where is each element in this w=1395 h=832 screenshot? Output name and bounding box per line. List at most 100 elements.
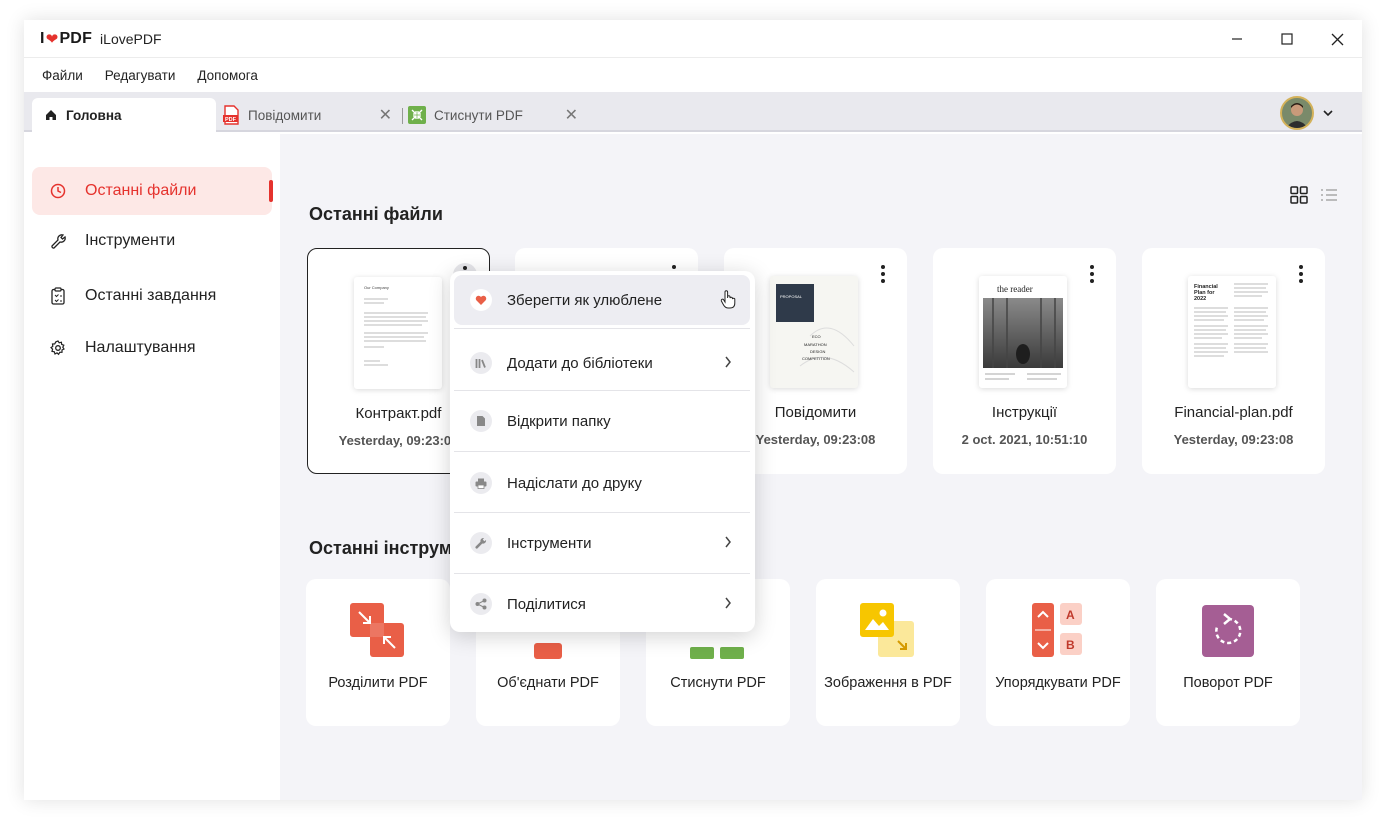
pdf-file-icon: PDF [222,105,240,125]
sidebar-item-label: Інструменти [85,232,176,249]
tab-report[interactable]: PDF Повідомити ✕ [222,98,392,132]
menu-help[interactable]: Допомога [197,68,258,83]
svg-text:Our Company: Our Company [364,285,389,290]
menu-item-share[interactable]: Поділитися [454,579,750,629]
file-thumbnail: Financial Plan for 2022 [1188,276,1276,388]
svg-text:2022: 2022 [1194,296,1206,302]
sidebar-item-recent-files[interactable]: Останні файли [32,167,273,215]
minimize-button[interactable] [1212,20,1262,58]
tool-card-image-to-pdf[interactable]: Зображення в PDF [816,579,960,726]
menu-item-label: Додати до бібліотеки [507,354,653,372]
more-options-icon[interactable] [873,262,893,286]
clock-icon [47,183,69,199]
wrench-icon [47,233,69,250]
menu-divider [454,512,750,513]
close-tab-icon[interactable]: ✕ [379,105,392,125]
menu-item-label: Зберегти як улюблене [507,291,663,309]
menu-divider [454,390,750,391]
sidebar-item-label: Останні файли [85,182,197,199]
svg-text:DESIGN: DESIGN [810,349,825,354]
recent-tools-heading: Останні інструм [309,538,453,558]
menu-edit[interactable]: Редагувати [105,68,176,83]
image-to-pdf-icon [860,603,916,659]
sidebar-item-settings[interactable]: Налаштування [32,324,272,372]
hand-cursor-icon [720,289,736,313]
tool-card-rotate[interactable]: Поворот PDF [1156,579,1300,726]
main-content: Останні файли Our Company Контракт.pdf Y… [280,134,1362,800]
tool-card-split[interactable]: Розділити PDF [306,579,450,726]
menu-item-label: Надіслати до друку [507,474,642,492]
menu-item-label: Поділитися [507,595,586,613]
menu-item-tools[interactable]: Інструменти [454,518,750,568]
file-name: Financial-plan.pdf [1174,404,1293,421]
file-icon [470,410,492,432]
tab-home-label: Головна [66,107,122,123]
close-icon [1331,33,1343,45]
menu-divider [454,451,750,452]
sidebar: Останні файли Інструменти Останні завдан… [24,134,280,800]
sidebar-item-tools[interactable]: Інструменти [32,217,272,265]
sidebar-item-label: Налаштування [85,339,196,356]
more-options-icon[interactable] [1291,262,1311,286]
grid-view-icon[interactable] [1290,186,1308,209]
tabs-bar: Головна PDF Повідомити ✕ Стиснути PDF ✕ [24,92,1362,132]
tab-home[interactable]: Головна [32,98,216,132]
menu-item-print[interactable]: Надіслати до друку [454,458,750,508]
heart-icon [470,289,492,311]
svg-text:COMPETITION: COMPETITION [802,356,830,361]
tool-card-organize[interactable]: AB Упорядкувати PDF [986,579,1130,726]
maximize-icon [1281,33,1293,45]
menu-item-save-favorite[interactable]: Зберегти як улюблене [454,275,750,325]
rotate-pdf-icon [1200,603,1256,659]
menu-item-label: Відкрити папку [507,412,611,430]
library-icon [470,352,492,374]
tool-label: Розділити PDF [328,675,428,691]
menu-files[interactable]: Файли [42,68,83,83]
wrench-icon [470,532,492,554]
more-options-icon[interactable] [1082,262,1102,286]
sidebar-item-label: Останні завдання [85,287,217,304]
file-thumbnail: the reader [979,276,1067,388]
chevron-down-icon[interactable] [1322,104,1334,122]
heart-logo-icon: ❤ [45,30,59,48]
svg-text:MARATHON: MARATHON [804,342,827,347]
menu-item-open-folder[interactable]: Відкрити папку [454,396,750,446]
minimize-icon [1232,38,1242,40]
menu-divider [454,573,750,574]
user-avatar[interactable] [1280,96,1314,130]
file-name: Інструкції [991,404,1058,421]
chevron-right-icon [724,535,732,553]
view-toggle [1290,186,1338,209]
compress-icon [408,106,426,124]
chevron-right-icon [724,596,732,614]
app-name: iLovePDF [100,30,162,47]
file-thumbnail: PROPOSAL ECO MARATHON DESIGN COMPETITION [770,276,858,388]
tab-compress-label: Стиснути PDF [434,107,523,123]
file-date: Yesterday, 09:23:08 [1173,432,1294,447]
context-menu: Зберегти як улюблене Додати до бібліотек… [450,271,755,632]
file-thumbnail: Our Company [354,277,442,389]
tool-label: Зображення в PDF [824,675,952,691]
file-card[interactable]: Financial Plan for 2022 Financial-plan.p… [1142,248,1325,474]
app-logo: I ❤ PDF [40,30,92,48]
tool-label: Поворот PDF [1183,675,1273,691]
menu-divider [454,328,750,329]
tool-label: Упорядкувати PDF [995,675,1121,691]
close-tab-icon[interactable]: ✕ [565,105,578,125]
maximize-button[interactable] [1262,20,1312,58]
logo-text-right: PDF [59,29,93,47]
tab-compress[interactable]: Стиснути PDF ✕ [408,98,578,132]
menu-item-add-library[interactable]: Додати до бібліотеки [454,338,750,388]
close-window-button[interactable] [1312,20,1362,58]
list-view-icon[interactable] [1320,186,1338,209]
svg-text:ECO: ECO [812,334,821,339]
organize-pdf-icon: AB [1030,603,1086,659]
file-card[interactable]: the reader Інструкції 2 oct. 2021, 10:51… [933,248,1116,474]
tab-divider [402,108,403,124]
sidebar-item-recent-tasks[interactable]: Останні завдання [32,272,272,320]
gear-icon [47,340,69,356]
share-icon [470,593,492,615]
svg-text:B: B [1066,638,1075,652]
svg-text:the reader: the reader [997,284,1033,294]
title-bar: I ❤ PDF iLovePDF [24,20,1362,58]
